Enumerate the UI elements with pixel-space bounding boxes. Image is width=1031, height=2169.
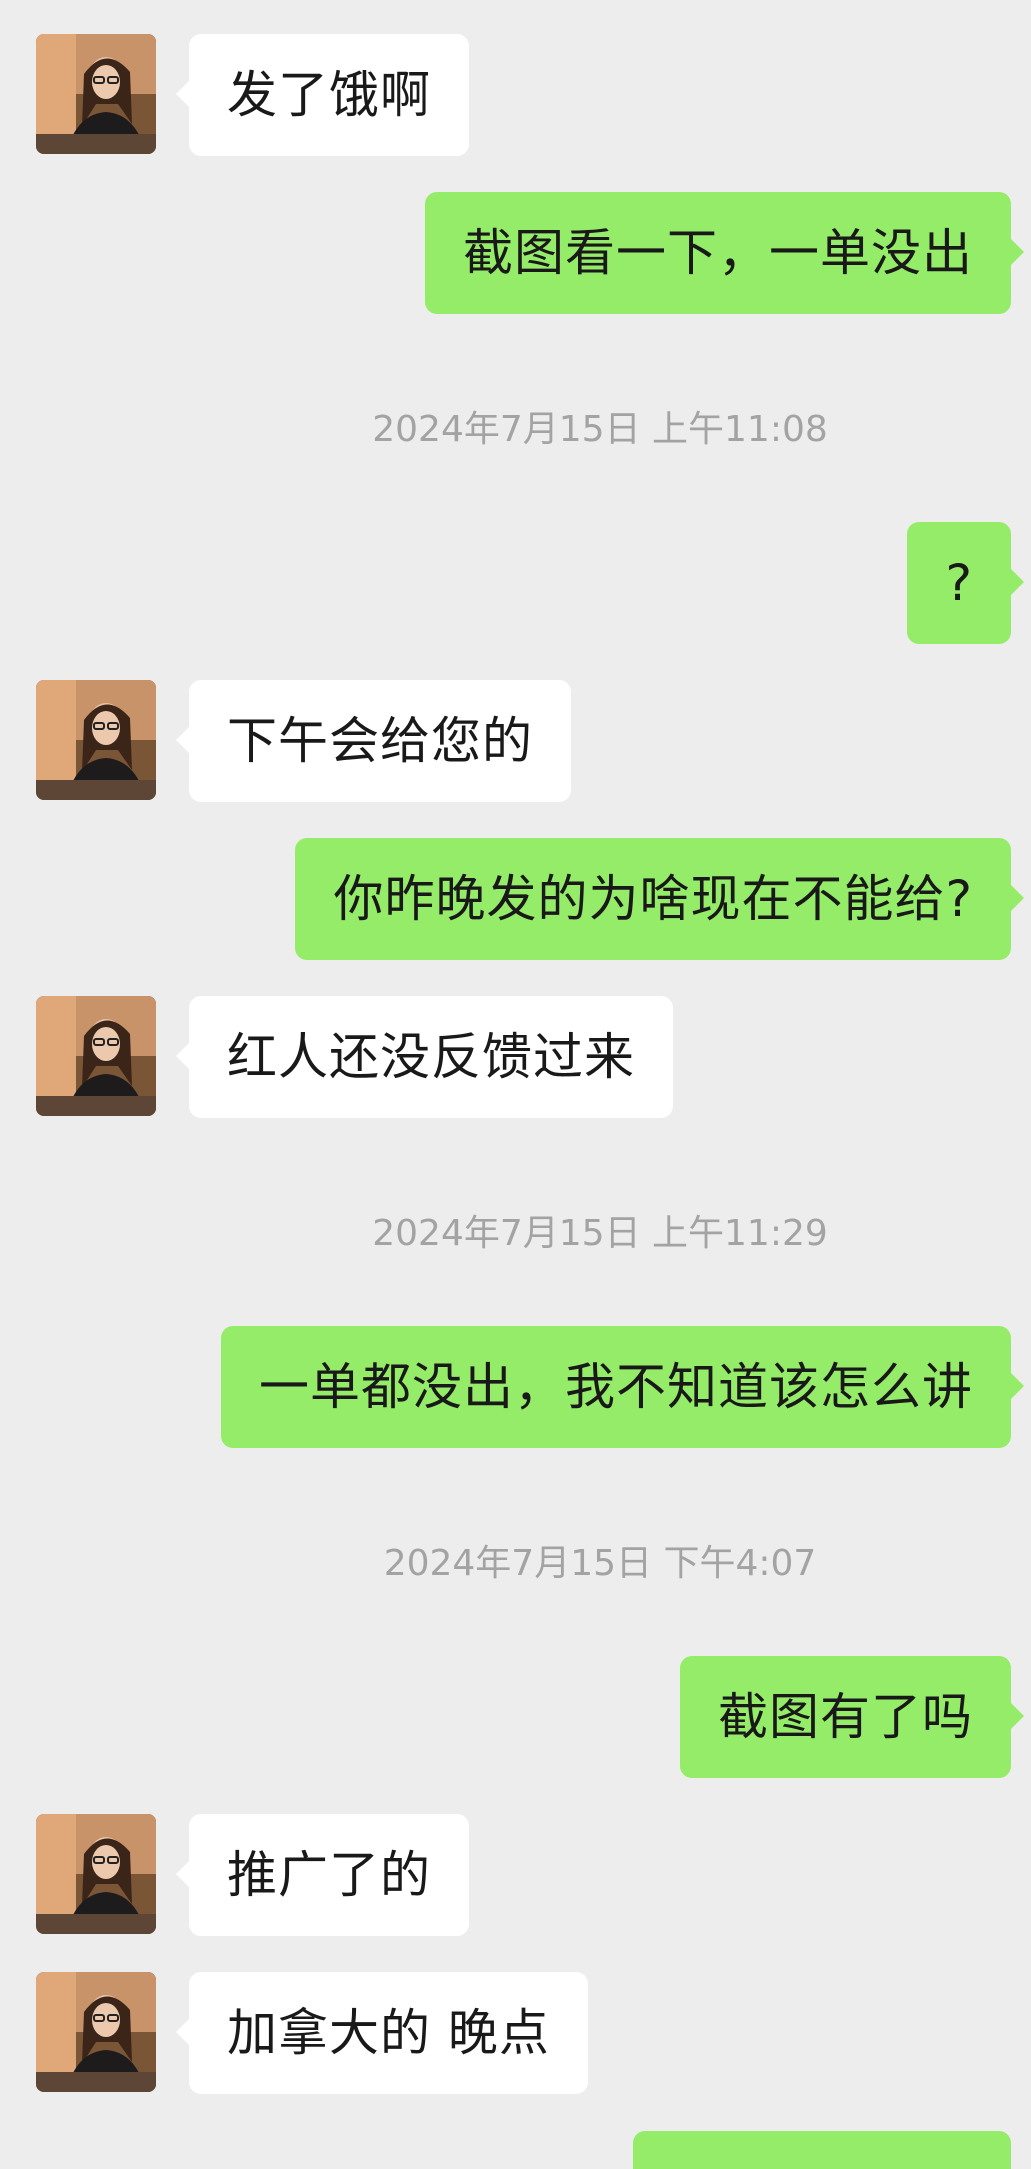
outgoing-message-bubble[interactable]: 截图看一下，一单没出	[425, 192, 1024, 314]
incoming-message-bubble[interactable]: 加拿大的 晚点	[176, 1972, 588, 2094]
contact-avatar[interactable]	[36, 680, 156, 800]
outgoing-message-bubble[interactable]: 一单都没出，我不知道该怎么讲	[221, 1326, 1024, 1448]
incoming-message-bubble[interactable]: 推广了的	[176, 1814, 469, 1936]
incoming-message-bubble[interactable]: 发了饿啊	[176, 34, 469, 156]
incoming-message-bubble[interactable]: 红人还没反馈过来	[176, 996, 673, 1118]
timestamp: 2024年7月15日 上午11:29	[372, 1213, 828, 1254]
outgoing-message-bubble[interactable]: 你昨晚发的为啥现在不能给?	[295, 838, 1024, 960]
outgoing-message-bubble[interactable]: 截图有了吗	[680, 1656, 1024, 1778]
contact-avatar[interactable]	[36, 1972, 156, 2092]
timestamp: 2024年7月15日 上午11:08	[372, 409, 828, 450]
contact-avatar[interactable]	[36, 996, 156, 1116]
outgoing-message-bubble-partial[interactable]	[633, 2131, 1011, 2169]
contact-avatar[interactable]	[36, 34, 156, 154]
chat-message-list[interactable]: 发了饿啊 截图看一下，一单没出 2024年7月15日 上午11:08 ? 下午会…	[0, 0, 1031, 2169]
contact-avatar[interactable]	[36, 1814, 156, 1934]
outgoing-message-bubble[interactable]: ?	[907, 522, 1024, 644]
timestamp: 2024年7月15日 下午4:07	[383, 1543, 817, 1584]
incoming-message-bubble[interactable]: 下午会给您的	[176, 680, 571, 802]
